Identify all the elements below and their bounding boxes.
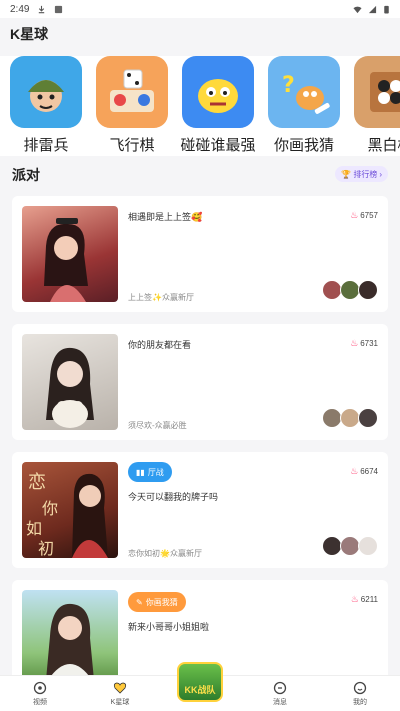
- flame-icon: ♨: [350, 210, 359, 220]
- tab-planet[interactable]: K星球: [80, 676, 160, 711]
- soldier-game-icon: [10, 56, 82, 128]
- room-subtitle: 上上签✨众赢新厅: [128, 293, 194, 302]
- section-title: 派对: [12, 167, 40, 183]
- tab-label: K星球: [110, 698, 130, 706]
- game-item[interactable]: ? 你画我猜: [268, 56, 340, 156]
- svg-text:如: 如: [26, 519, 42, 538]
- avatar: [358, 408, 378, 428]
- room-card[interactable]: 恋你如初 ▮▮ 厅战 ♨ 6674 今天可以翻我的牌子吗 恋你如初🌟众赢新厅: [12, 452, 388, 568]
- page-title: K星球: [10, 26, 49, 42]
- heat-count: ♨ 6211: [350, 594, 378, 604]
- flame-icon: ♨: [350, 466, 359, 476]
- avatar: [322, 536, 342, 556]
- room-title: 新来小哥哥小姐姐啦: [128, 622, 210, 632]
- room-tag: ✎ 你画我猜: [128, 592, 186, 612]
- download-icon: [39, 5, 45, 13]
- game-item[interactable]: 黑白棋: [354, 56, 400, 156]
- svg-text:初: 初: [38, 539, 54, 558]
- avatar: [322, 408, 342, 428]
- tab-center[interactable]: KK战队: [160, 662, 240, 711]
- tab-label: 视频: [33, 698, 47, 706]
- avatar: [340, 536, 360, 556]
- tab-video[interactable]: 视频: [0, 676, 80, 711]
- member-avatars: [322, 280, 378, 300]
- ludo-game-icon: [96, 56, 168, 128]
- party-header: 派对 🏆 排行榜 ›: [0, 160, 400, 188]
- room-thumbnail: 恋你如初: [22, 462, 118, 558]
- game-item[interactable]: 排雷兵: [10, 56, 82, 156]
- tab-label: 我的: [353, 698, 367, 706]
- member-avatars: [322, 408, 378, 428]
- chevron-right-icon: ›: [379, 169, 382, 179]
- bottom-tab-bar: 视频 K星球 KK战队 消息 我的: [0, 662, 400, 711]
- member-avatars: [322, 536, 378, 556]
- draw-guess-game-icon: ?: [268, 56, 340, 128]
- game-item[interactable]: 碰碰谁最强: [180, 56, 256, 156]
- video-tab-icon: [33, 681, 47, 694]
- avatar: [340, 408, 360, 428]
- room-thumbnail: [22, 590, 118, 680]
- room-thumbnail: [22, 206, 118, 302]
- avatar: [322, 280, 342, 300]
- status-bar: 2:49: [0, 0, 400, 18]
- tab-profile[interactable]: 我的: [320, 676, 400, 711]
- game-label: 碰碰谁最强: [180, 137, 256, 154]
- bars-icon: ▮▮: [136, 467, 145, 477]
- status-time: 2:49: [10, 3, 30, 15]
- reversi-game-icon: [354, 56, 400, 128]
- room-title: 今天可以翻我的牌子吗: [128, 492, 219, 502]
- svg-text:你: 你: [42, 499, 58, 518]
- room-thumbnail: [22, 334, 118, 430]
- trophy-icon: 🏆: [341, 169, 352, 179]
- bumper-game-icon: [182, 56, 254, 128]
- flame-icon: ♨: [350, 594, 359, 604]
- game-list: 排雷兵 飞行棋 碰碰谁最强 ? 你画我猜 黑白棋: [0, 56, 400, 156]
- room-card[interactable]: ♨ 6757 相遇即是上上签🥰 上上签✨众赢新厅: [12, 196, 388, 312]
- game-label: 飞行棋: [109, 137, 155, 154]
- room-subtitle: 须尽欢-众赢必胜: [128, 421, 187, 430]
- room-title: 相遇即是上上签🥰: [128, 212, 203, 222]
- heat-count: ♨ 6731: [350, 338, 378, 348]
- svg-text:恋: 恋: [28, 471, 46, 493]
- heat-count: ♨ 6674: [350, 466, 378, 476]
- planet-tab-icon: [113, 682, 127, 694]
- tab-message[interactable]: 消息: [240, 676, 320, 711]
- notification-icon: [55, 5, 63, 13]
- wifi-icon: [353, 6, 362, 13]
- game-label: 排雷兵: [23, 137, 69, 154]
- room-subtitle: 恋你如初🌟众赢新厅: [128, 549, 202, 558]
- kk-center-icon: KK战队: [177, 662, 223, 702]
- profile-tab-icon: [353, 681, 367, 694]
- avatar: [358, 280, 378, 300]
- flame-icon: ♨: [350, 338, 359, 348]
- tab-label: 消息: [273, 698, 287, 706]
- game-label: 黑白棋: [367, 137, 400, 154]
- signal-icon: [368, 5, 377, 13]
- game-item[interactable]: 飞行棋: [96, 56, 168, 156]
- room-tag: ▮▮ 厅战: [128, 462, 172, 482]
- game-label: 你画我猜: [273, 137, 334, 154]
- battery-icon: [384, 5, 389, 14]
- room-title: 你的朋友都在看: [128, 340, 192, 350]
- avatar: [358, 536, 378, 556]
- heat-count: ♨ 6757: [350, 210, 378, 220]
- svg-text:?: ?: [282, 73, 295, 98]
- room-card[interactable]: ♨ 6731 你的朋友都在看 须尽欢-众赢必胜: [12, 324, 388, 440]
- palette-icon: ✎: [136, 597, 143, 607]
- ranking-button[interactable]: 🏆 排行榜 ›: [335, 166, 388, 182]
- ranking-label: 排行榜: [353, 169, 378, 179]
- message-tab-icon: [273, 681, 287, 694]
- avatar: [340, 280, 360, 300]
